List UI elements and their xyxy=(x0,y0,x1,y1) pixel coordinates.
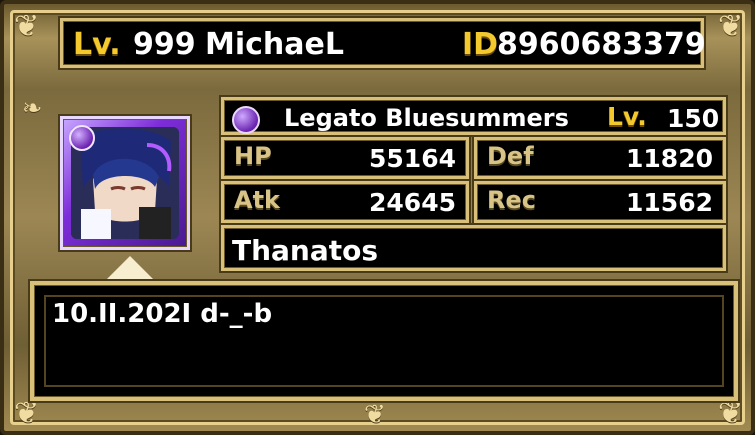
hp-stat: HP 55164 xyxy=(221,137,469,179)
corner-ornament-top-left-icon: ❦ xyxy=(14,9,40,44)
player-level-value: 999 xyxy=(133,27,196,62)
dark-orb-icon xyxy=(232,106,260,134)
def-stat: Def 11820 xyxy=(474,137,726,179)
def-label: Def xyxy=(487,142,534,170)
dark-element-icon xyxy=(69,125,95,151)
atk-stat: Atk 24645 xyxy=(221,181,469,223)
player-header: Lv. 999 MichaeL ID 8960683379 xyxy=(60,18,706,68)
unit-level-label: Lv. xyxy=(607,102,647,131)
ornament-bottom-center-icon: ❦ xyxy=(364,400,386,430)
player-name: MichaeL xyxy=(205,27,344,62)
ornament-left-middle-icon: ❧ xyxy=(22,94,43,122)
def-value: 11820 xyxy=(626,144,713,173)
message-box: 10.II.202I d-_-b xyxy=(30,281,738,401)
unit-name-row: Legato Bluesummers Lv. 150 xyxy=(221,97,726,135)
hp-value: 55164 xyxy=(369,144,456,173)
unit-name: Legato Bluesummers xyxy=(284,104,569,132)
rec-label: Rec xyxy=(487,186,536,214)
unit-portrait-frame[interactable] xyxy=(60,116,190,250)
player-message: 10.II.202I d-_-b xyxy=(52,299,273,329)
atk-label: Atk xyxy=(234,186,281,214)
leader-skill-name: Thanatos xyxy=(232,234,379,267)
player-level-label: Lv. xyxy=(73,27,121,62)
player-id-value: 8960683379 xyxy=(497,27,706,62)
speech-pointer-icon xyxy=(104,256,156,282)
atk-value: 24645 xyxy=(369,188,456,217)
corner-ornament-bottom-left-icon: ❦ xyxy=(14,396,40,431)
unit-level-value: 150 xyxy=(667,104,720,133)
hp-label: HP xyxy=(234,142,272,170)
player-id-label: ID xyxy=(462,27,499,62)
profile-card: ❦ ❦ ❧ ❦ ❦ ❦ Lv. 999 MichaeL ID 896068337… xyxy=(0,0,755,435)
corner-ornament-bottom-right-icon: ❦ xyxy=(718,396,744,431)
leader-skill-row: Thanatos xyxy=(221,225,726,271)
rec-stat: Rec 11562 xyxy=(474,181,726,223)
corner-ornament-top-right-icon: ❦ xyxy=(718,9,744,44)
rec-value: 11562 xyxy=(626,188,713,217)
